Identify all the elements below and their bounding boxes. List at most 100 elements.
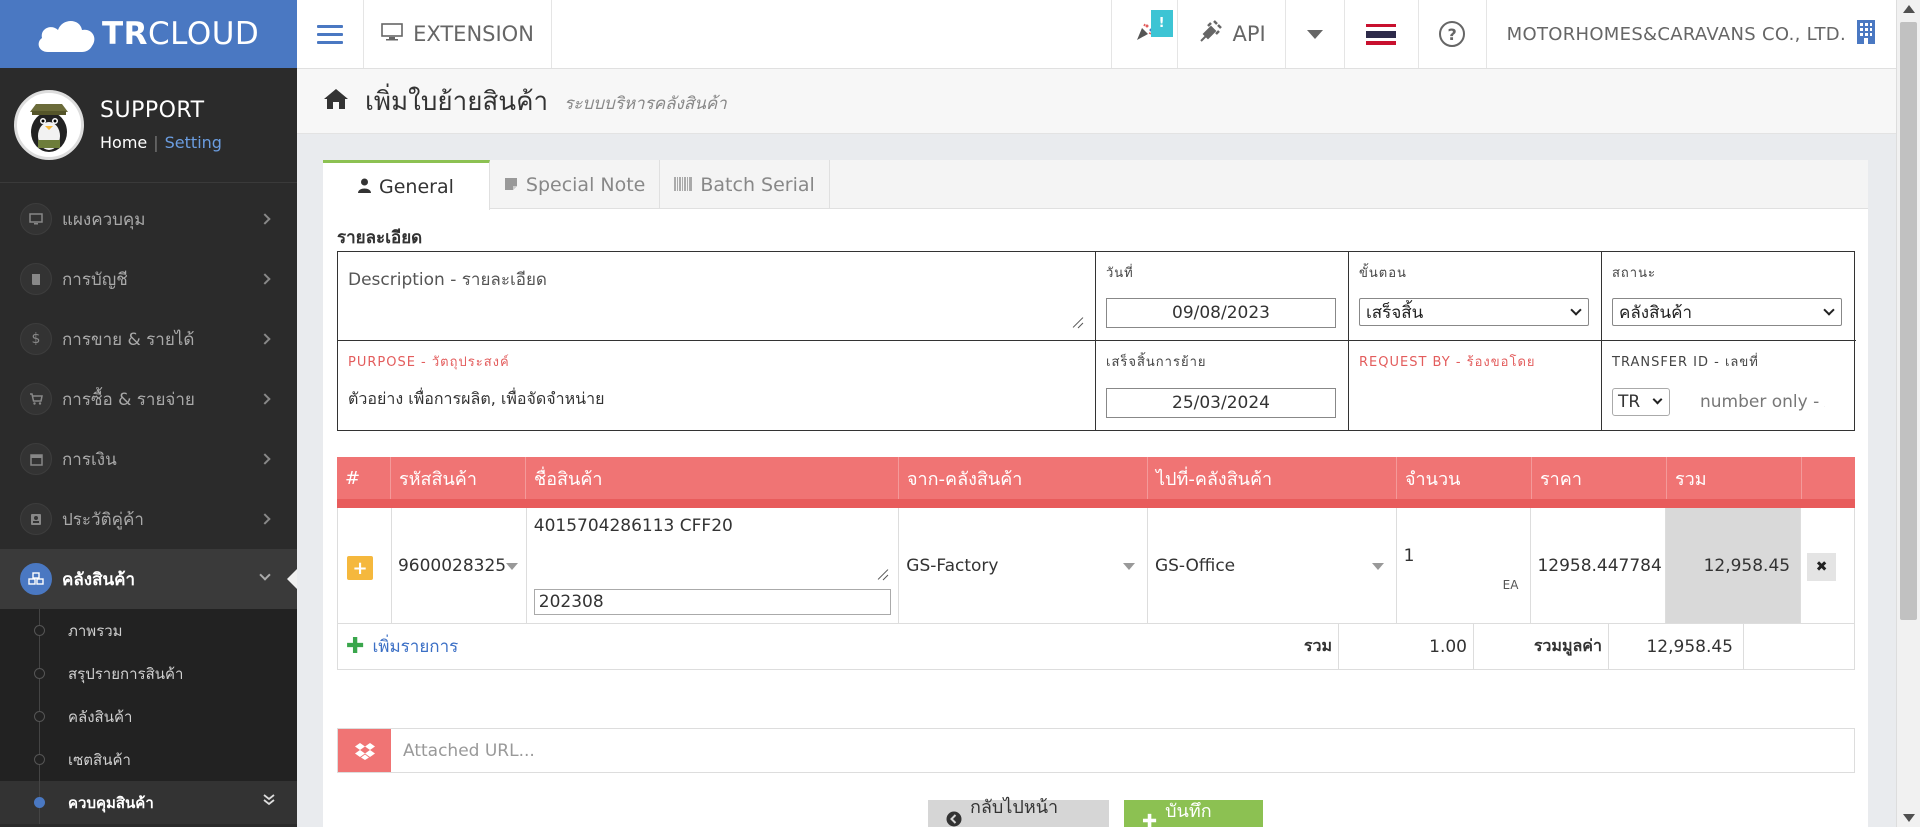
scroll-thumb[interactable]: [1900, 22, 1917, 620]
dropbox-icon[interactable]: [338, 729, 391, 772]
submenu-item-label: ควบคุมสินค้า: [68, 793, 154, 812]
profile-name: SUPPORT: [100, 98, 205, 123]
resize-handle-icon[interactable]: [876, 568, 888, 580]
plus-icon: ✚: [1142, 810, 1158, 827]
language-selector[interactable]: [1345, 0, 1419, 68]
top-navbar: EXTENSION ! API ? MOTORHOMES&CARAVANS CO…: [297, 0, 1896, 69]
from-warehouse-cell[interactable]: GS-Factory: [899, 508, 1148, 623]
add-item-link[interactable]: ✚ เพิ่มรายการ: [346, 633, 458, 660]
sidebar-item-finance[interactable]: การเงิน: [0, 429, 297, 489]
step-select[interactable]: เสร็จสิ้น: [1359, 298, 1589, 326]
tab-special-note[interactable]: Special Note: [490, 160, 661, 209]
resize-handle-icon[interactable]: [1071, 316, 1083, 328]
sidebar-item-label: คลังสินค้า: [62, 569, 136, 590]
note-icon: [504, 174, 518, 196]
cubes-icon: [20, 563, 52, 595]
home-icon[interactable]: [323, 88, 349, 114]
to-warehouse: GS-Office: [1154, 556, 1236, 576]
sidebar-item-purchases[interactable]: การซื้อ & รายจ่าย: [0, 369, 297, 429]
sidebar-item-sales[interactable]: $ การขาย & รายได้: [0, 309, 297, 369]
row-total: 12,958.45: [1703, 556, 1791, 576]
submenu-item-stock-control[interactable]: ควบคุมสินค้า: [0, 781, 297, 824]
company-selector[interactable]: MOTORHOMES&CARAVANS CO., LTD.: [1487, 0, 1896, 68]
product-name-cell[interactable]: 4015704286113 CFF20 202308: [527, 508, 900, 623]
bullet-icon: [34, 711, 45, 722]
help-button[interactable]: ?: [1419, 0, 1487, 68]
tab-label: Special Note: [525, 173, 646, 196]
sidebar-item-accounting[interactable]: การบัญชี: [0, 249, 297, 309]
price-cell[interactable]: 12958.4477847: [1531, 508, 1667, 623]
purpose-label: PURPOSE - วัตถุประสงค์: [348, 355, 510, 370]
cart-icon: [20, 383, 52, 415]
plus-icon[interactable]: +: [347, 556, 373, 580]
chevron-down-icon: [1823, 304, 1835, 316]
brand-logo[interactable]: TRCLOUD: [0, 0, 297, 68]
dropdown-toggle[interactable]: [1286, 0, 1345, 68]
sidebar-item-label: ประวัติคู่ค้า: [62, 509, 144, 530]
attach-url-field: Attached URL...: [337, 728, 1855, 773]
brand-name: TRCLOUD: [102, 16, 260, 52]
back-button[interactable]: กลับไปหน้าหลัก: [928, 797, 1109, 827]
form-tabs: General Special Note Batch Serial: [323, 160, 1868, 210]
quantity-cell[interactable]: 1 EA: [1397, 508, 1532, 623]
hamburger-icon: [317, 20, 343, 49]
extension-button[interactable]: EXTENSION: [364, 0, 552, 68]
sidebar-item-label: การบัญชี: [62, 269, 128, 290]
arrow-circle-left-icon: [946, 811, 962, 827]
complete-date-input[interactable]: 25/03/2024: [1106, 388, 1336, 418]
user-icon: [358, 176, 371, 198]
sidebar-item-contacts[interactable]: ประวัติคู่ค้า: [0, 489, 297, 549]
transfer-number-input[interactable]: number only - Auto: [1700, 392, 1825, 412]
column-header: รหัสสินค้า: [391, 457, 526, 499]
add-item-cell: ✚ เพิ่มรายการ รวม: [338, 624, 1339, 669]
submenu-item-label: สรุปรายการสินค้า: [68, 664, 184, 683]
purpose-cell[interactable]: PURPOSE - วัตถุประสงค์ ตัวอย่าง เพื่อการ…: [338, 341, 1096, 430]
tab-batch-serial[interactable]: Batch Serial: [660, 160, 830, 209]
sidebar-item-warehouse[interactable]: คลังสินค้า: [0, 549, 297, 609]
submenu-item-overview[interactable]: ภาพรวม: [0, 609, 297, 652]
calendar-icon: [20, 443, 52, 475]
section-title: รายละเอียด: [337, 228, 423, 248]
notification-button[interactable]: !: [1112, 0, 1178, 68]
date-input[interactable]: 09/08/2023: [1106, 298, 1336, 328]
from-warehouse: GS-Factory: [906, 556, 999, 576]
setting-link[interactable]: Setting: [165, 133, 222, 152]
product-code: 9600028325: [397, 556, 507, 576]
sidebar-item-dashboard[interactable]: แผงควบคุม: [0, 189, 297, 249]
purpose-value: ตัวอย่าง เพื่อการผลิต, เพื่อจัดจำหน่าย: [348, 389, 605, 408]
api-button[interactable]: API: [1178, 0, 1286, 68]
date-cell: วันที่ 09/08/2023: [1096, 252, 1349, 341]
chevron-right-icon: [259, 453, 271, 465]
warehouse-submenu: ภาพรวม สรุปรายการสินค้า คลังสินค้า เซตสิ…: [0, 609, 297, 824]
caret-down-icon: [505, 563, 518, 570]
transfer-prefix-select[interactable]: TR: [1612, 388, 1670, 416]
attach-url-input[interactable]: Attached URL...: [391, 729, 1854, 772]
quantity-value: 1: [1403, 546, 1415, 566]
product-batch-input[interactable]: 202308: [533, 589, 891, 615]
home-link[interactable]: Home: [100, 133, 147, 152]
book-icon: [20, 263, 52, 295]
submenu-item-label: ภาพรวม: [68, 621, 123, 640]
submenu-item-summary[interactable]: สรุปรายการสินค้า: [0, 652, 297, 695]
column-header: จาก-คลังสินค้า: [899, 457, 1148, 499]
delete-row-button[interactable]: ✖: [1807, 553, 1837, 581]
scroll-up-arrow-icon[interactable]: [1903, 5, 1915, 13]
api-label: API: [1232, 22, 1266, 46]
scroll-down-arrow-icon[interactable]: [1903, 814, 1915, 822]
submenu-item-warehouse[interactable]: คลังสินค้า: [0, 695, 297, 738]
description-field[interactable]: Description - รายละเอียด: [338, 252, 1096, 341]
request-by-cell[interactable]: REQUEST BY - ร้องขอโดย: [1349, 341, 1602, 430]
menu-toggle-button[interactable]: [297, 0, 364, 68]
page-scrollbar[interactable]: [1896, 0, 1920, 827]
items-table-footer: ✚ เพิ่มรายการ รวม 1.00 รวมมูลค่า 12,958.…: [337, 624, 1855, 670]
tab-general[interactable]: General: [323, 160, 490, 210]
save-button[interactable]: ✚ บันทึก [F2]: [1124, 800, 1263, 827]
submenu-item-product-set[interactable]: เซตสินค้า: [0, 738, 297, 781]
product-code-cell[interactable]: 9600028325: [392, 508, 527, 623]
column-header: รวม: [1667, 457, 1802, 499]
status-select[interactable]: คลังสินค้า: [1612, 298, 1842, 326]
sum-label: รวม: [1303, 636, 1332, 655]
avatar[interactable]: [14, 90, 84, 160]
step-label: ขั้นตอน: [1359, 266, 1407, 281]
to-warehouse-cell[interactable]: GS-Office: [1148, 508, 1397, 623]
